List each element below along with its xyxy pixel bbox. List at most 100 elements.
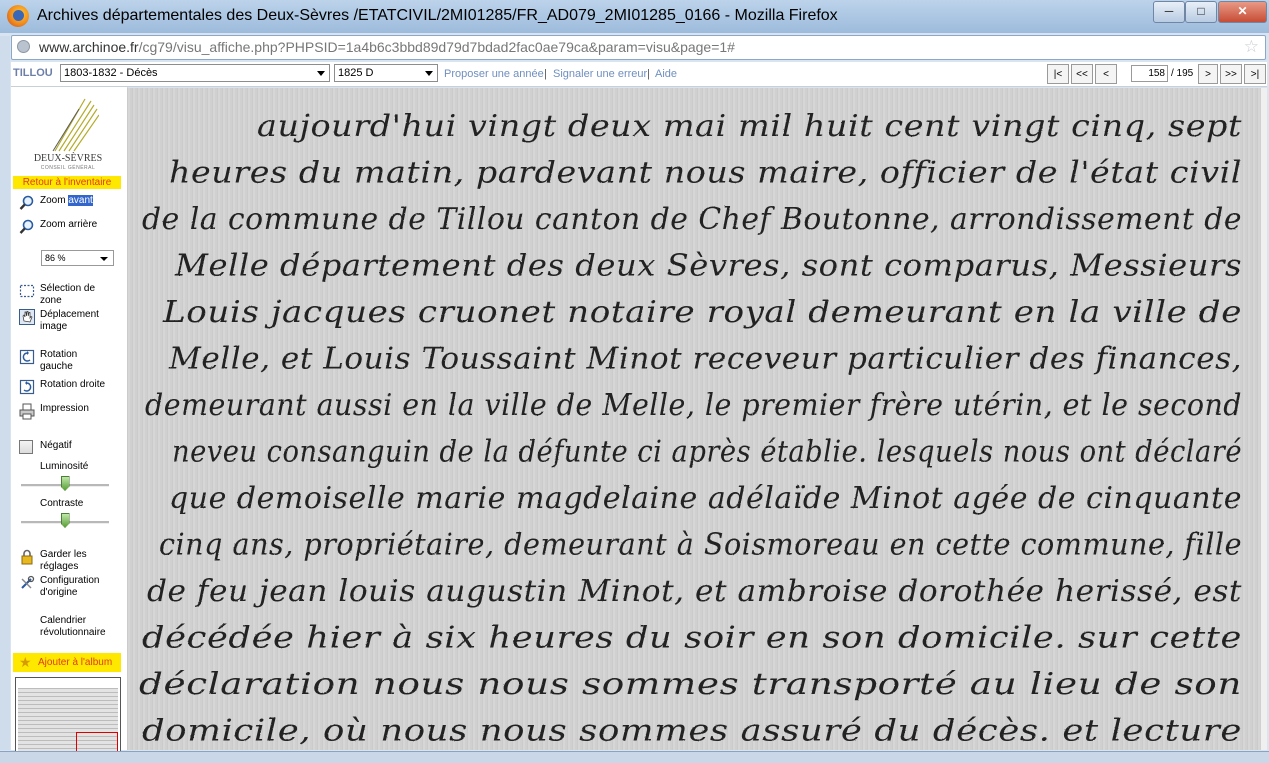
page-number-input[interactable]: 158 [1131, 65, 1168, 82]
zone-selection-label-line2: zone [40, 295, 62, 306]
logo-title: DEUX-SÈVRES [33, 153, 103, 164]
revolutionary-calendar-label: Calendrier révolutionnaire [40, 615, 106, 639]
logo-mark-icon [52, 98, 99, 152]
negative-checkbox[interactable] [19, 440, 33, 454]
handwritten-line: demeurant aussi en la ville de Melle, le… [145, 388, 1242, 423]
move-image-label-line1: Déplacement [40, 309, 99, 320]
firefox-logo-icon [7, 5, 29, 27]
year-select[interactable]: 1825 D [334, 64, 438, 82]
window-titlebar: Archives départementales des Deux-Sèvres… [0, 0, 1269, 33]
handwritten-line: déclaration nous nous sommes transporté … [139, 667, 1242, 702]
keep-settings-label: Garder les réglages [40, 549, 87, 573]
deux-sevres-logo[interactable]: DEUX-SÈVRES CONSEIL GÉNÉRAL [33, 95, 103, 171]
next-pages-button[interactable]: >> [1220, 64, 1242, 84]
zone-selection-label-line1: Sélection de [40, 283, 96, 294]
handwritten-line: de feu jean louis augustin Minot, et amb… [147, 574, 1242, 609]
handwritten-line: décédée hier à six heures du soir en son… [142, 621, 1242, 656]
window-title: Archives départementales des Deux-Sèvres… [37, 7, 838, 24]
rotate-left-label-line1: Rotation [40, 349, 78, 360]
revolutionary-calendar-label-line1: Calendrier [40, 615, 87, 626]
contrast-slider-thumb[interactable] [60, 513, 70, 528]
commune-name: TILLOU [13, 67, 53, 79]
handwritten-line: Louis jacques cruonet notaire royal deme… [162, 295, 1242, 330]
zoom-level-value: 86 % [45, 253, 66, 263]
page-thumbnail-navigator[interactable] [15, 677, 121, 752]
rotate-right-label: Rotation droite [40, 379, 106, 390]
selection-marquee-icon [19, 284, 35, 298]
separator: | [544, 68, 547, 80]
rotate-left-icon [19, 349, 35, 365]
zoom-in-prefix: Zoom [40, 195, 69, 206]
maximize-button[interactable]: □ [1185, 1, 1217, 23]
magnifier-minus-icon [19, 219, 34, 234]
handwritten-line: Melle département des deux Sèvres, sont … [174, 249, 1242, 284]
tools-sidebar: DEUX-SÈVRES CONSEIL GÉNÉRAL Retour à l'i… [11, 87, 128, 752]
close-button[interactable]: ✕ [1218, 1, 1267, 23]
site-identity-icon[interactable] [17, 40, 30, 53]
star-icon: ★ [19, 654, 32, 670]
chevron-down-icon [425, 71, 433, 76]
back-to-inventory-link[interactable]: Retour à l'inventaire [13, 176, 121, 189]
url-domain: www.archinoe.fr [39, 39, 139, 55]
handwritten-line: de la commune de Tillou canton de Chef B… [142, 202, 1242, 237]
reset-config-label-line1: Configuration [40, 575, 100, 586]
handwritten-line: aujourd'hui vingt deux mai mil huit cent… [257, 109, 1242, 144]
first-page-button[interactable]: |< [1047, 64, 1069, 84]
printer-icon [19, 403, 35, 420]
zoom-in-label: Zoom avant [40, 195, 93, 207]
year-select-value: 1825 D [338, 67, 374, 79]
left-window-edge [0, 36, 10, 750]
reset-config-label-line2: d'origine [40, 587, 78, 598]
chevron-down-icon [317, 71, 325, 76]
url-path: /cg79/visu_affiche.php?PHPSID=1a4b6c3bbd… [138, 39, 735, 55]
period-select[interactable]: 1803-1832 - Décès [60, 64, 330, 82]
url-text[interactable]: www.archinoe.fr/cg79/visu_affiche.php?PH… [39, 39, 735, 55]
help-link[interactable]: Aide [655, 68, 677, 80]
brightness-slider-thumb[interactable] [60, 476, 70, 491]
hand-icon [19, 309, 35, 325]
next-page-button[interactable]: > [1198, 64, 1218, 84]
handwritten-line: heures du matin, pardevant nous maire, o… [169, 156, 1242, 191]
reset-config-label: Configuration d'origine [40, 575, 99, 599]
last-page-button[interactable]: >| [1244, 64, 1266, 84]
viewport-indicator[interactable] [76, 732, 118, 751]
handwritten-register-page: aujourd'hui vingt deux mai mil huit cent… [139, 109, 1242, 749]
revolutionary-calendar-label-line2: révolutionnaire [40, 627, 106, 638]
zoom-level-select[interactable]: 86 % [41, 250, 114, 266]
logo-subtitle: CONSEIL GÉNÉRAL [40, 165, 96, 171]
previous-pages-button[interactable]: << [1071, 64, 1093, 84]
move-image-label: Déplacement image [40, 309, 99, 333]
handwritten-line: neveu consanguin de la défunte ci après … [172, 435, 1242, 470]
page-total: / 195 [1171, 68, 1194, 79]
zoom-out-label: Zoom arrière [40, 219, 98, 230]
page-margin [1261, 88, 1267, 750]
chevron-down-icon [100, 257, 108, 261]
document-viewer[interactable]: aujourd'hui vingt deux mai mil huit cent… [127, 88, 1267, 750]
handwritten-line: domicile, où nous nous sommes assuré du … [142, 714, 1242, 749]
contrast-label: Contraste [40, 498, 84, 509]
keep-settings-label-line2: réglages [40, 561, 79, 572]
tools-icon [21, 575, 35, 589]
handwritten-line: que demoiselle marie magdelaine adélaïde… [169, 481, 1242, 516]
magnifier-plus-icon [19, 195, 34, 210]
padlock-icon [21, 549, 33, 565]
rotate-left-label-line2: gauche [40, 361, 73, 372]
window-bottom-edge [0, 751, 1269, 763]
separator: | [647, 68, 650, 80]
report-error-link[interactable]: Signaler une erreur [553, 68, 647, 80]
brightness-label: Luminosité [40, 461, 89, 472]
minimize-button[interactable]: ─ [1153, 1, 1185, 23]
move-image-label-line2: image [40, 321, 68, 332]
add-to-album-button[interactable]: ★ Ajouter à l'album [13, 653, 121, 672]
contrast-slider[interactable] [21, 513, 109, 528]
address-bar[interactable]: www.archinoe.fr/cg79/visu_affiche.php?PH… [11, 35, 1266, 60]
brightness-slider[interactable] [21, 476, 109, 491]
viewer-toolbar: TILLOU 1803-1832 - Décès 1825 D Proposer… [11, 62, 1267, 87]
negative-label: Négatif [40, 440, 72, 451]
previous-page-button[interactable]: < [1095, 64, 1117, 84]
bookmark-star-icon[interactable]: ☆ [1244, 37, 1259, 57]
period-select-value: 1803-1832 - Décès [64, 67, 158, 79]
print-label: Impression [40, 403, 89, 414]
propose-year-link[interactable]: Proposer une année [444, 68, 544, 80]
handwritten-line: cinq ans, propriétaire, demeurant à Sois… [159, 528, 1242, 563]
